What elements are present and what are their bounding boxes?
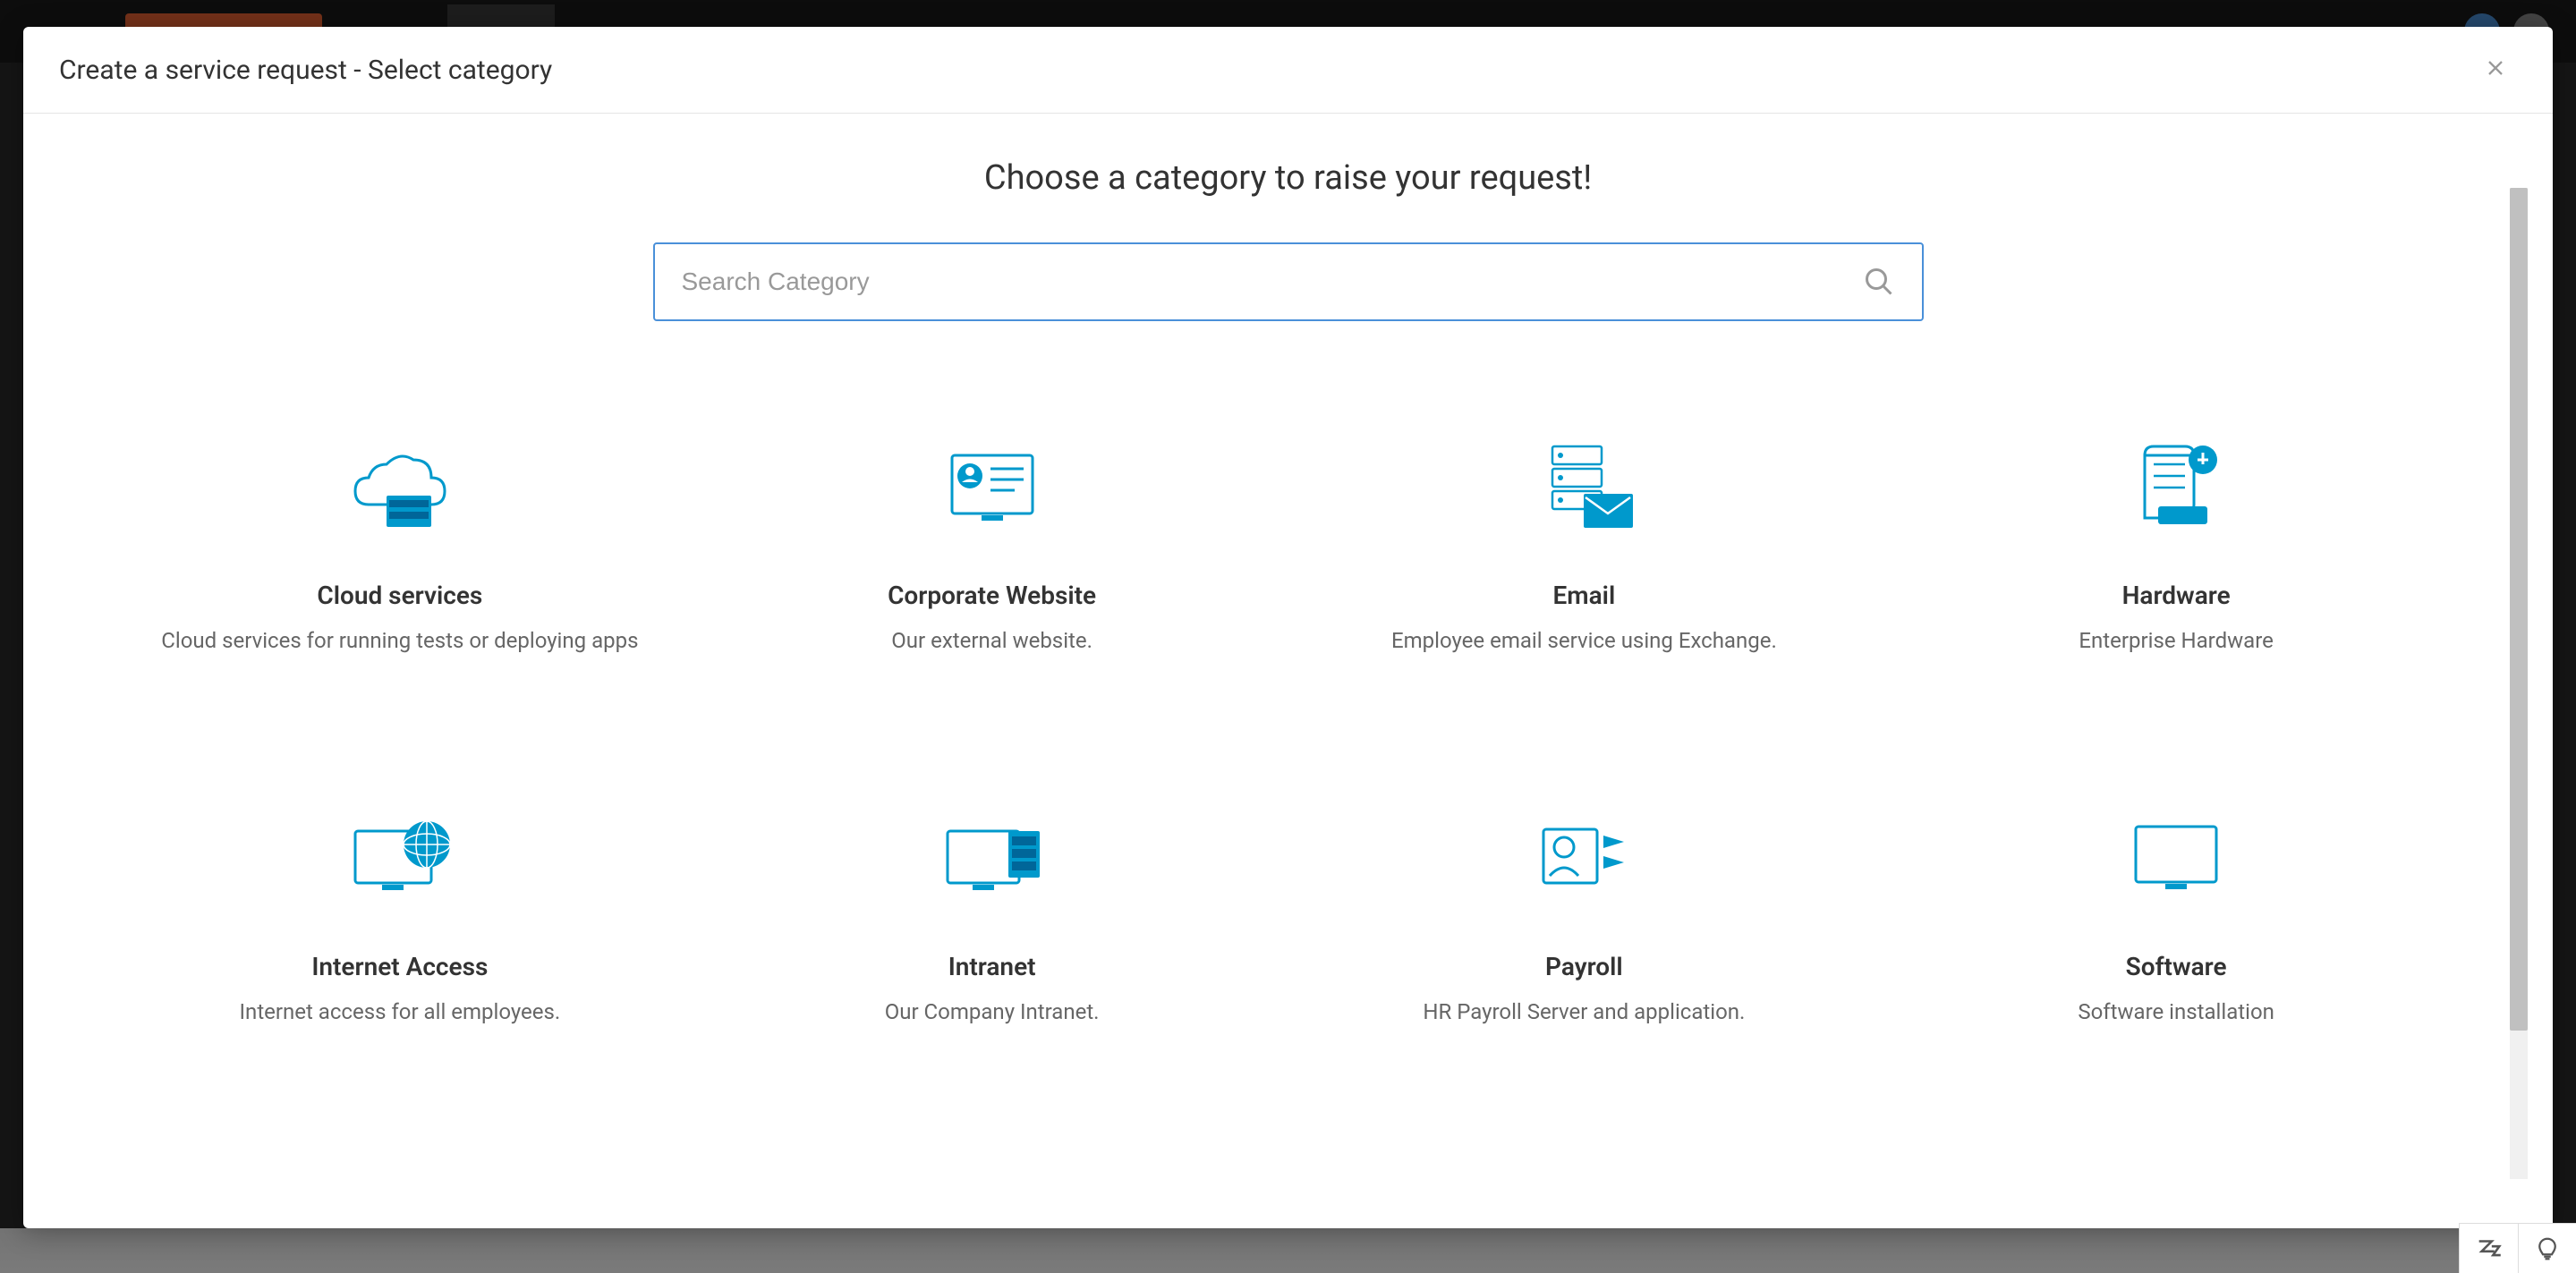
modal-title: Create a service request - Select catego… <box>59 55 552 86</box>
search-container <box>95 242 2481 321</box>
category-title: Software <box>2126 952 2227 981</box>
category-hardware[interactable]: Hardware Enterprise Hardware <box>1907 411 2445 675</box>
email-server-icon <box>1521 429 1646 545</box>
modal-scrollbar[interactable] <box>2510 188 2528 1179</box>
bottom-toolbar <box>2459 1223 2576 1273</box>
hardware-icon <box>2113 429 2239 545</box>
modal-body: Choose a category to raise your request! <box>23 114 2553 1228</box>
category-description: Our Company Intranet. <box>885 997 1100 1028</box>
category-email[interactable]: Email Employee email service using Excha… <box>1315 411 1854 675</box>
zia-icon <box>2474 1234 2504 1264</box>
category-description: Software installation <box>2078 997 2274 1028</box>
close-button[interactable] <box>2474 54 2517 86</box>
tips-button[interactable] <box>2518 1224 2576 1273</box>
category-title: Cloud services <box>317 581 482 610</box>
category-corporate-website[interactable]: Corporate Website Our external website. <box>723 411 1262 675</box>
category-software[interactable]: Software Software installation <box>1907 782 2445 1046</box>
zia-assistant-button[interactable] <box>2460 1224 2518 1273</box>
category-grid: Cloud services Cloud services for runnin… <box>95 411 2481 1045</box>
category-description: Our external website. <box>891 626 1092 657</box>
category-selection-modal: Create a service request - Select catego… <box>23 27 2553 1228</box>
modal-subtitle: Choose a category to raise your request! <box>95 158 2481 198</box>
category-title: Payroll <box>1545 952 1623 981</box>
category-title: Internet Access <box>311 952 488 981</box>
category-description: Employee email service using Exchange. <box>1391 626 1777 657</box>
search-input[interactable] <box>682 267 1863 296</box>
category-title: Email <box>1553 581 1616 610</box>
software-icon <box>2113 800 2239 916</box>
category-description: Cloud services for running tests or depl… <box>161 626 638 657</box>
category-description: Internet access for all employees. <box>240 997 561 1028</box>
payroll-icon <box>1521 800 1646 916</box>
category-description: HR Payroll Server and application. <box>1423 997 1745 1028</box>
cloud-server-icon <box>337 429 463 545</box>
search-box <box>653 242 1924 321</box>
category-title: Intranet <box>948 952 1036 981</box>
category-payroll[interactable]: Payroll HR Payroll Server and applicatio… <box>1315 782 1854 1046</box>
category-internet-access[interactable]: Internet Access Internet access for all … <box>131 782 669 1046</box>
category-title: Hardware <box>2122 581 2231 610</box>
lightbulb-icon <box>2534 1235 2561 1262</box>
category-title: Corporate Website <box>888 581 1096 610</box>
website-icon <box>930 429 1055 545</box>
search-icon <box>1863 266 1895 298</box>
category-cloud-services[interactable]: Cloud services Cloud services for runnin… <box>131 411 669 675</box>
modal-header: Create a service request - Select catego… <box>23 27 2553 114</box>
category-description: Enterprise Hardware <box>2079 626 2273 657</box>
close-icon <box>2483 55 2508 81</box>
intranet-icon <box>930 800 1055 916</box>
category-intranet[interactable]: Intranet Our Company Intranet. <box>723 782 1262 1046</box>
internet-icon <box>337 800 463 916</box>
scrollbar-thumb[interactable] <box>2510 188 2528 1031</box>
